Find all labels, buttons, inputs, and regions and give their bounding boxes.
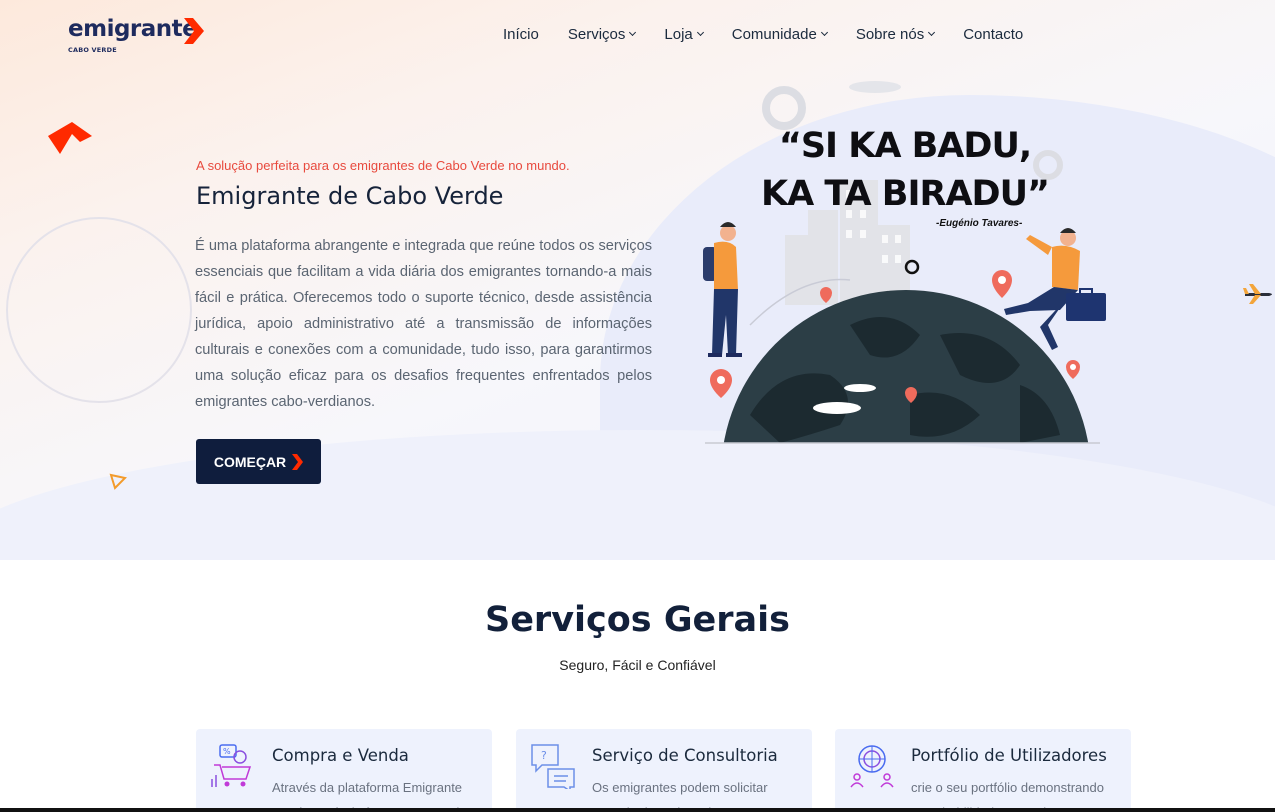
hero-section: “SI KA BADU, KA TA BIRADU” -Eugénio Tava…: [0, 0, 1275, 560]
hero-tagline: A solução perfeita para os emigrantes de…: [196, 158, 570, 173]
airplane-icon: [1243, 284, 1272, 304]
hero-quote-author: -Eugénio Tavares-: [936, 218, 1023, 229]
chevron-right-icon: [292, 453, 304, 470]
chevron-down-icon: [696, 28, 704, 37]
service-card-text: Os emigrantes podem solicitar consultori…: [592, 780, 768, 812]
nav-label: Contacto: [963, 25, 1024, 43]
services-subtitle: Seguro, Fácil e Confiável: [559, 657, 716, 673]
nav-item-contacto[interactable]: Contacto: [963, 22, 1023, 46]
chat-question-icon: ?: [531, 744, 575, 789]
service-card-text: Através da plataforma Emigrante CV, é po…: [272, 780, 467, 812]
chevron-down-icon: [629, 28, 637, 37]
main-navigation: Início Serviços Loja Comunidade Sobre nó…: [503, 22, 1023, 46]
nav-label: Serviços: [567, 25, 626, 43]
viewport-bottom-edge: [0, 808, 1275, 812]
hero-description: É uma plataforma abrangente e integrada …: [195, 238, 652, 410]
logo-arrow-icon: [184, 18, 204, 44]
chevron-down-icon: [820, 28, 828, 37]
service-card-title: Compra e Venda: [272, 746, 409, 765]
hero-quote: “SI KA BADU, KA TA BIRADU”: [750, 122, 1060, 218]
orange-triangle-icon: [109, 473, 127, 490]
nav-label: Comunidade: [731, 25, 817, 43]
nav-item-comunidade[interactable]: Comunidade: [731, 22, 828, 46]
nav-item-sobre-nos[interactable]: Sobre nós: [855, 22, 936, 46]
chevron-down-icon: [928, 28, 936, 37]
logo-wordmark: emigrante: [68, 16, 198, 42]
shopping-cart-icon: %: [211, 744, 252, 787]
decorative-circle: [6, 217, 192, 403]
nav-label: Início: [503, 25, 539, 43]
nav-label: Sobre nós: [855, 25, 925, 43]
logo-subtitle: CABO VERDE: [68, 46, 117, 54]
svg-text:%: %: [223, 747, 231, 756]
nav-label: Loja: [664, 25, 693, 43]
service-card-title: Portfólio de Utilizadores: [911, 746, 1107, 765]
red-chevron-shape-icon: [48, 122, 92, 154]
hero-title: Emigrante de Cabo Verde: [196, 182, 504, 210]
users-globe-icon: [850, 745, 894, 788]
nav-item-inicio[interactable]: Início: [503, 22, 539, 46]
site-logo[interactable]: emigrante CABO VERDE: [68, 16, 208, 58]
services-title: Serviços Gerais: [484, 600, 790, 640]
nav-item-loja[interactable]: Loja: [664, 22, 704, 46]
nav-item-servicos[interactable]: Serviços: [567, 22, 637, 46]
service-card-portfolio[interactable]: Portfólio de Utilizadores crie o seu por…: [835, 729, 1131, 812]
service-card-consultoria[interactable]: ? Serviço de Consultoria Os emigrantes p…: [516, 729, 812, 812]
service-card-compra-venda[interactable]: % Compra e Venda Através da plataforma E…: [196, 729, 492, 812]
service-card-title: Serviço de Consultoria: [592, 746, 778, 765]
svg-text:?: ?: [541, 749, 547, 762]
get-started-label: COMEÇAR: [213, 453, 287, 470]
hero-quote-line-1: “SI KA BADU,: [778, 126, 1032, 166]
get-started-button[interactable]: COMEÇAR: [196, 439, 321, 484]
hero-quote-line-2: KA TA BIRADU”: [760, 174, 1050, 214]
service-card-text: crie o seu portfólio demonstrando suas h…: [911, 780, 1104, 812]
